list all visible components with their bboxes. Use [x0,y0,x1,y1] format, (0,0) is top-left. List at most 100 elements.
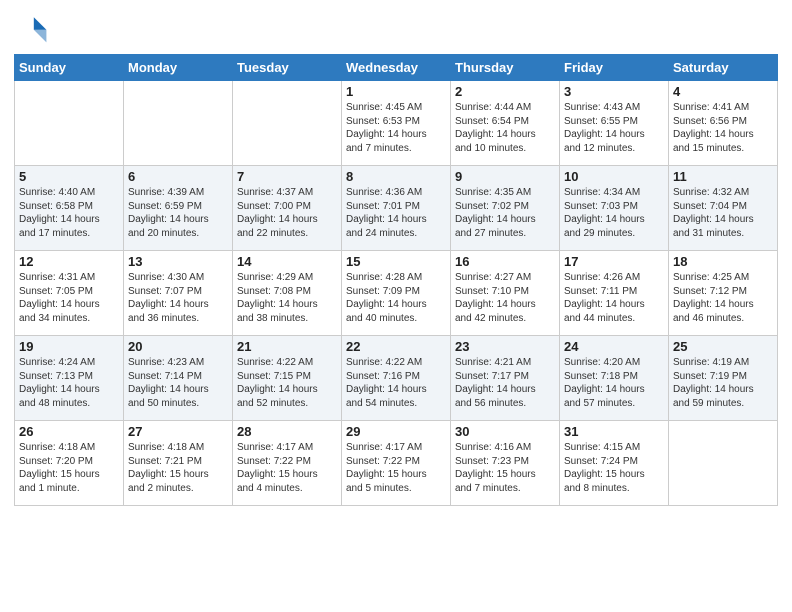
cell-info: Sunrise: 4:37 AM Sunset: 7:00 PM Dayligh… [237,186,337,240]
cell-info: Sunrise: 4:16 AM Sunset: 7:23 PM Dayligh… [455,441,555,495]
calendar-cell: 26 Sunrise: 4:18 AM Sunset: 7:20 PM Dayli… [15,421,124,506]
calendar-cell: 1 Sunrise: 4:45 AM Sunset: 6:53 PM Daylig… [342,81,451,166]
calendar-cell: 27 Sunrise: 4:18 AM Sunset: 7:21 PM Dayli… [124,421,233,506]
calendar-cell [124,81,233,166]
weekday-header: Monday [124,55,233,81]
cell-info: Sunrise: 4:44 AM Sunset: 6:54 PM Dayligh… [455,101,555,155]
cell-info: Sunrise: 4:20 AM Sunset: 7:18 PM Dayligh… [564,356,664,410]
day-number: 21 [237,339,337,354]
day-number: 17 [564,254,664,269]
logo-icon [14,10,50,46]
cell-info: Sunrise: 4:35 AM Sunset: 7:02 PM Dayligh… [455,186,555,240]
cell-info: Sunrise: 4:41 AM Sunset: 6:56 PM Dayligh… [673,101,773,155]
day-number: 31 [564,424,664,439]
day-number: 26 [19,424,119,439]
cell-info: Sunrise: 4:25 AM Sunset: 7:12 PM Dayligh… [673,271,773,325]
cell-info: Sunrise: 4:23 AM Sunset: 7:14 PM Dayligh… [128,356,228,410]
calendar-week-row: 12 Sunrise: 4:31 AM Sunset: 7:05 PM Dayli… [15,251,778,336]
cell-info: Sunrise: 4:32 AM Sunset: 7:04 PM Dayligh… [673,186,773,240]
day-number: 18 [673,254,773,269]
day-number: 16 [455,254,555,269]
calendar-cell: 11Sunrise: 4:32 AM Sunset: 7:04 PM Dayli… [669,166,778,251]
day-number: 22 [346,339,446,354]
calendar-cell [233,81,342,166]
day-number: 27 [128,424,228,439]
day-number: 19 [19,339,119,354]
cell-info: Sunrise: 4:36 AM Sunset: 7:01 PM Dayligh… [346,186,446,240]
calendar-cell: 7Sunrise: 4:37 AM Sunset: 7:00 PM Daylig… [233,166,342,251]
calendar-cell: 30 Sunrise: 4:16 AM Sunset: 7:23 PM Dayli… [451,421,560,506]
day-number: 29 [346,424,446,439]
weekday-header: Tuesday [233,55,342,81]
calendar-cell: 14Sunrise: 4:29 AM Sunset: 7:08 PM Dayli… [233,251,342,336]
day-number: 20 [128,339,228,354]
day-number: 9 [455,169,555,184]
weekday-header: Thursday [451,55,560,81]
calendar-cell: 22 Sunrise: 4:22 AM Sunset: 7:16 PM Dayli… [342,336,451,421]
calendar-week-row: 5 Sunrise: 4:40 AM Sunset: 6:58 PM Daylig… [15,166,778,251]
calendar-cell: 5 Sunrise: 4:40 AM Sunset: 6:58 PM Daylig… [15,166,124,251]
calendar-cell: 10Sunrise: 4:34 AM Sunset: 7:03 PM Dayli… [560,166,669,251]
day-number: 23 [455,339,555,354]
calendar-cell: 21 Sunrise: 4:22 AM Sunset: 7:15 PM Dayli… [233,336,342,421]
cell-info: Sunrise: 4:19 AM Sunset: 7:19 PM Dayligh… [673,356,773,410]
calendar-week-row: 19 Sunrise: 4:24 AM Sunset: 7:13 PM Dayli… [15,336,778,421]
day-number: 3 [564,84,664,99]
calendar-cell: 15 Sunrise: 4:28 AM Sunset: 7:09 PM Dayli… [342,251,451,336]
calendar-cell: 18 Sunrise: 4:25 AM Sunset: 7:12 PM Dayli… [669,251,778,336]
calendar-cell: 25Sunrise: 4:19 AM Sunset: 7:19 PM Dayli… [669,336,778,421]
page: SundayMondayTuesdayWednesdayThursdayFrid… [0,0,792,612]
cell-info: Sunrise: 4:18 AM Sunset: 7:21 PM Dayligh… [128,441,228,495]
day-number: 24 [564,339,664,354]
calendar-cell: 3 Sunrise: 4:43 AM Sunset: 6:55 PM Daylig… [560,81,669,166]
day-number: 5 [19,169,119,184]
weekday-header: Sunday [15,55,124,81]
cell-info: Sunrise: 4:43 AM Sunset: 6:55 PM Dayligh… [564,101,664,155]
day-number: 30 [455,424,555,439]
day-number: 13 [128,254,228,269]
day-number: 4 [673,84,773,99]
day-number: 28 [237,424,337,439]
calendar-cell: 19 Sunrise: 4:24 AM Sunset: 7:13 PM Dayli… [15,336,124,421]
cell-info: Sunrise: 4:18 AM Sunset: 7:20 PM Dayligh… [19,441,119,495]
calendar-cell: 9 Sunrise: 4:35 AM Sunset: 7:02 PM Daylig… [451,166,560,251]
calendar-cell: 24 Sunrise: 4:20 AM Sunset: 7:18 PM Dayli… [560,336,669,421]
calendar-cell: 6Sunrise: 4:39 AM Sunset: 6:59 PM Daylig… [124,166,233,251]
cell-info: Sunrise: 4:21 AM Sunset: 7:17 PM Dayligh… [455,356,555,410]
calendar-cell [15,81,124,166]
calendar-cell: 13 Sunrise: 4:30 AM Sunset: 7:07 PM Dayli… [124,251,233,336]
calendar-cell: 17Sunrise: 4:26 AM Sunset: 7:11 PM Dayli… [560,251,669,336]
calendar-table: SundayMondayTuesdayWednesdayThursdayFrid… [14,54,778,506]
weekday-header: Friday [560,55,669,81]
header [14,10,778,46]
cell-info: Sunrise: 4:27 AM Sunset: 7:10 PM Dayligh… [455,271,555,325]
calendar-cell: 20 Sunrise: 4:23 AM Sunset: 7:14 PM Dayli… [124,336,233,421]
day-number: 1 [346,84,446,99]
day-number: 10 [564,169,664,184]
calendar-cell: 2 Sunrise: 4:44 AM Sunset: 6:54 PM Daylig… [451,81,560,166]
day-number: 12 [19,254,119,269]
day-number: 15 [346,254,446,269]
cell-info: Sunrise: 4:22 AM Sunset: 7:15 PM Dayligh… [237,356,337,410]
logo [14,10,54,46]
day-number: 6 [128,169,228,184]
calendar-cell [669,421,778,506]
weekday-header-row: SundayMondayTuesdayWednesdayThursdayFrid… [15,55,778,81]
cell-info: Sunrise: 4:15 AM Sunset: 7:24 PM Dayligh… [564,441,664,495]
cell-info: Sunrise: 4:17 AM Sunset: 7:22 PM Dayligh… [237,441,337,495]
cell-info: Sunrise: 4:31 AM Sunset: 7:05 PM Dayligh… [19,271,119,325]
cell-info: Sunrise: 4:30 AM Sunset: 7:07 PM Dayligh… [128,271,228,325]
calendar-cell: 4 Sunrise: 4:41 AM Sunset: 6:56 PM Daylig… [669,81,778,166]
cell-info: Sunrise: 4:22 AM Sunset: 7:16 PM Dayligh… [346,356,446,410]
calendar-cell: 8Sunrise: 4:36 AM Sunset: 7:01 PM Daylig… [342,166,451,251]
cell-info: Sunrise: 4:45 AM Sunset: 6:53 PM Dayligh… [346,101,446,155]
cell-info: Sunrise: 4:24 AM Sunset: 7:13 PM Dayligh… [19,356,119,410]
weekday-header: Saturday [669,55,778,81]
calendar-cell: 31 Sunrise: 4:15 AM Sunset: 7:24 PM Dayli… [560,421,669,506]
calendar-cell: 23 Sunrise: 4:21 AM Sunset: 7:17 PM Dayli… [451,336,560,421]
cell-info: Sunrise: 4:40 AM Sunset: 6:58 PM Dayligh… [19,186,119,240]
calendar-cell: 16 Sunrise: 4:27 AM Sunset: 7:10 PM Dayli… [451,251,560,336]
calendar-cell: 28 Sunrise: 4:17 AM Sunset: 7:22 PM Dayli… [233,421,342,506]
cell-info: Sunrise: 4:28 AM Sunset: 7:09 PM Dayligh… [346,271,446,325]
day-number: 2 [455,84,555,99]
